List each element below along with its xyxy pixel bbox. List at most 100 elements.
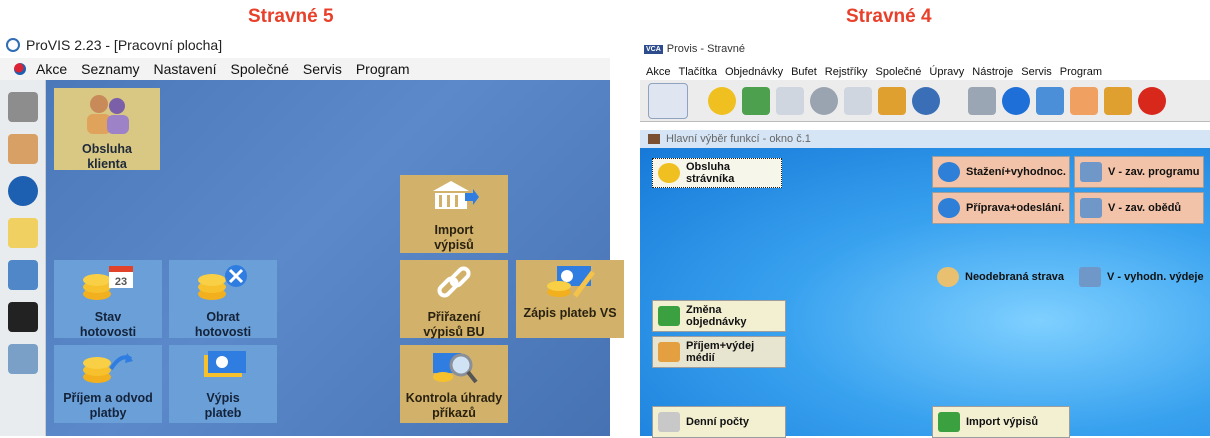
menu-seznamy[interactable]: Seznamy [81,61,139,77]
tile-label: Kontrola úhrady příkazů [405,391,503,420]
btn-label: V - zav. obědů [1108,202,1182,214]
tile-prirazeni-vypisu[interactable]: Přiřazení výpisů BU [400,260,508,339]
chat-icon[interactable] [8,176,38,206]
stravne-icon[interactable] [648,82,688,119]
tile-obsluha-klienta[interactable]: Obsluha klienta [54,88,160,171]
bank-import-icon [433,181,479,209]
btn-label: Import výpisů [966,416,1039,428]
menu-servis[interactable]: Servis [303,61,342,77]
chain-link-icon [437,266,471,298]
menu-spolecne[interactable]: Společné [876,66,922,78]
copy-icon[interactable] [1036,86,1064,115]
document-export-icon[interactable] [776,86,804,115]
btn-v-zav-programu[interactable]: V - zav. programu [1074,156,1204,188]
computers-icon [1080,162,1102,182]
btn-label: Neodebraná strava [965,271,1065,283]
green-arrow-icon [938,412,960,432]
menu-nastroje[interactable]: Nástroje [972,66,1013,78]
btn-label: V - zav. programu [1108,166,1200,178]
menu-upravy[interactable]: Úpravy [929,66,964,78]
coins-transfer-icon [83,353,133,383]
btn-denni-pocty[interactable]: Denní počty [652,406,786,438]
provis-4-window: Stravné 4 VCA Provis - Stravné Akce Tlač… [640,0,1210,438]
tile-zapis-plateb[interactable]: Zápis plateb VS [516,260,624,338]
left-title-bar: ProVIS 2.23 - [Pracovní plocha] [0,34,610,56]
menu-akce[interactable]: Akce [36,61,67,77]
info-icon[interactable] [1002,86,1030,115]
btn-label: Stažení+vyhodnoc. [966,166,1066,178]
tile-prijem-odvod[interactable]: Příjem a odvod platby [54,345,162,423]
menu-rejstriky[interactable]: Rejstříky [825,66,868,78]
printer-icon [658,412,680,432]
recycle-icon[interactable] [742,86,770,115]
btn-label: Změna objednávky [686,304,747,328]
search-document-icon[interactable] [968,86,996,115]
btn-label: Příprava+odeslání. [966,202,1065,214]
vca-logo-icon: VCA [644,44,663,54]
menu-nastaveni[interactable]: Nastavení [153,61,216,77]
btn-zmena-objednavky[interactable]: Změna objednávky [652,300,786,332]
btn-import-vypisu[interactable]: Import výpisů [932,406,1070,438]
inner-window-title-bar: Hlavní výběr funkcí - okno č.1 [640,130,1210,148]
menu-servis[interactable]: Servis [1021,66,1052,78]
folder-icon[interactable] [1104,86,1132,115]
tile-import-vypisu[interactable]: Import výpisů [400,175,508,253]
recycle-icon [658,306,680,326]
app-icon [6,38,20,52]
inner-window-title: Hlavní výběr funkcí - okno č.1 [666,133,811,145]
btn-v-zav-obedu[interactable]: V - zav. obědů [1074,192,1204,224]
coins-calendar-icon: 23 [83,266,133,300]
btn-stazeni[interactable]: Stažení+vyhodnoc. [932,156,1070,188]
btn-obsluha-stravnika[interactable]: Obsluha strávníka [652,158,782,188]
tile-stav-hotovosti[interactable]: 23 Stav hotovosti [54,260,162,339]
clock-icon [658,163,680,183]
menu-program[interactable]: Program [356,61,410,77]
left-window-title: ProVIS 2.23 - [Pracovní plocha] [26,37,223,53]
btn-label: V - vyhodn. výdeje [1107,271,1204,283]
clock-icon[interactable] [708,86,736,115]
left-heading: Stravné 5 [248,6,334,27]
tile-vypis-plateb[interactable]: Výpis plateb [169,345,277,423]
gears-icon[interactable] [8,92,38,122]
tile-label: Stav hotovosti [79,310,137,339]
calendar-settings-icon[interactable] [8,260,38,290]
menu-spolecne[interactable]: Společné [231,61,289,77]
tile-label: Výpis plateb [204,391,242,420]
btn-label: Denní počty [686,416,749,428]
card-reader-icon[interactable] [810,86,838,115]
btn-v-vyhodn[interactable]: V - vyhodn. výdeje [1074,262,1208,292]
btn-prijem-vydej[interactable]: Příjem+výdej médií [652,336,786,368]
money-search-icon [433,353,478,384]
ie-icon [938,198,960,218]
phone-icon[interactable] [8,302,38,332]
menu-objednavky[interactable]: Objednávky [725,66,783,78]
calendar-coins-icon[interactable] [8,218,38,248]
computers-icon [1079,267,1101,287]
network-icon[interactable] [912,86,940,115]
right-toolbar [640,80,1210,122]
tile-label: Přiřazení výpisů BU [423,310,485,339]
tile-label: Import výpisů [434,223,474,252]
menu-bufet[interactable]: Bufet [791,66,817,78]
power-icon[interactable] [1138,86,1166,115]
tile-label: Obrat hotovosti [194,310,252,339]
menu-akce[interactable]: Akce [646,66,670,78]
ie-icon [938,162,960,182]
calendar-clock-icon[interactable] [8,344,38,374]
edit-icon[interactable] [1070,86,1098,115]
provis-5-window: Stravné 5 ProVIS 2.23 - [Pracovní plocha… [0,0,624,436]
coins-tools-icon [198,265,247,300]
people-icon[interactable] [8,134,38,164]
plate-icon [937,267,959,287]
lock-icon[interactable] [878,86,906,115]
tile-obrat-hotovosti[interactable]: Obrat hotovosti [169,260,277,339]
menu-tlacitka[interactable]: Tlačítka [678,66,717,78]
tile-kontrola-uhrady[interactable]: Kontrola úhrady příkazů [400,345,508,423]
menu-program[interactable]: Program [1060,66,1102,78]
right-desktop: Obsluha strávníka Stažení+vyhodnoc. V - … [640,148,1210,438]
btn-neodebrana[interactable]: Neodebraná strava [932,262,1070,292]
btn-priprava[interactable]: Příprava+odeslání. [932,192,1070,224]
right-title-bar: VCA Provis - Stravné [640,40,1210,58]
document-import-icon[interactable] [844,86,872,115]
btn-label: Příjem+výdej médií [686,340,755,364]
